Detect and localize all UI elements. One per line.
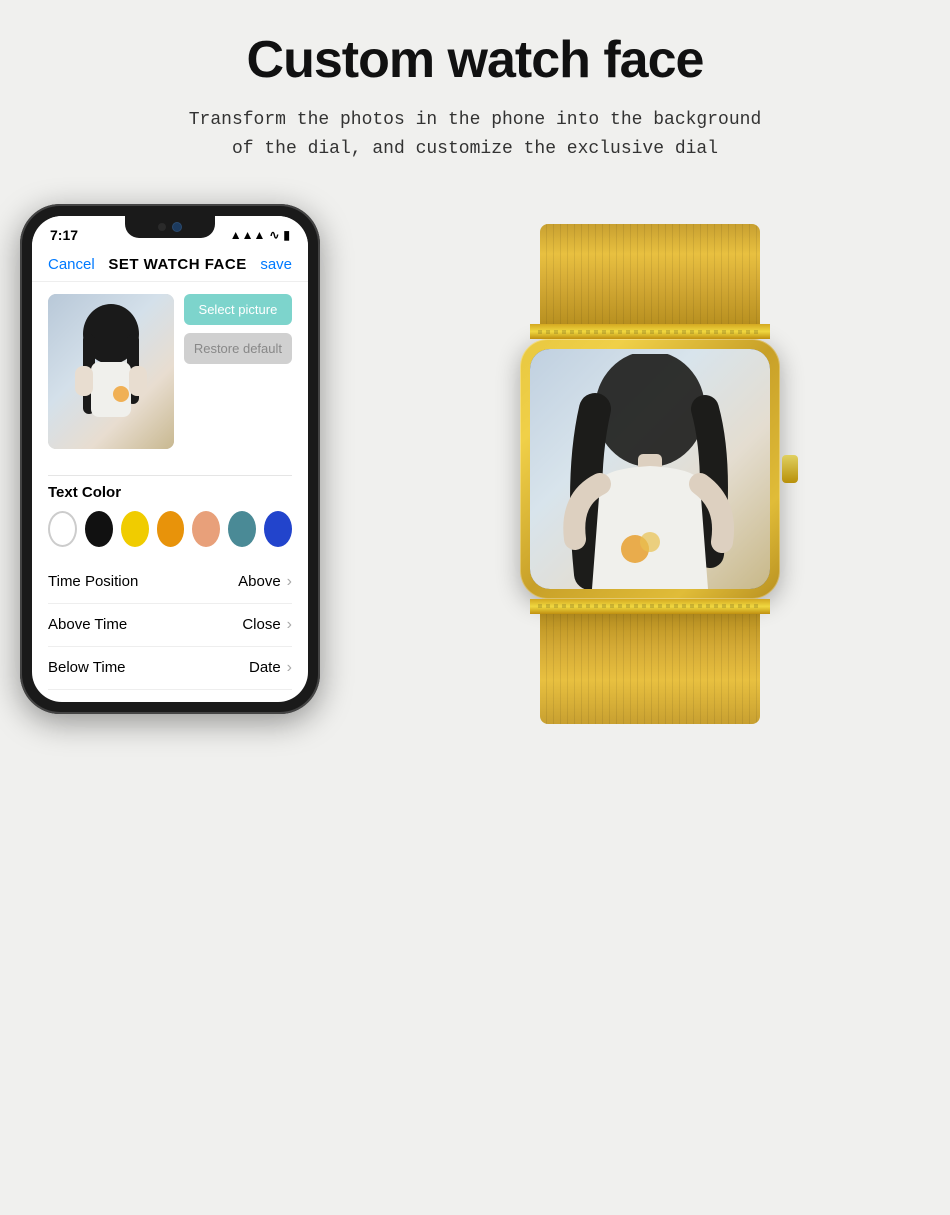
watch-crown: [782, 455, 798, 483]
save-button[interactable]: save: [260, 256, 292, 273]
wifi-icon: ∿: [269, 228, 279, 242]
select-picture-button[interactable]: Select picture: [184, 294, 292, 325]
app-title: SET WATCH FACE: [108, 256, 246, 273]
girl-silhouette-preview: [61, 304, 161, 449]
chevron-icon-2: ›: [287, 659, 292, 677]
restore-default-button[interactable]: Restore default: [184, 333, 292, 364]
color-blue[interactable]: [264, 511, 292, 547]
above-time-label: Above Time: [48, 616, 127, 633]
below-time-label: Below Time: [48, 659, 126, 676]
time-position-label: Time Position: [48, 573, 138, 590]
girl-silhouette-watch: [550, 354, 750, 589]
phone-screen: 7:17 ▲▲▲ ∿ ▮ Cancel SET WATCH FAC: [32, 216, 308, 702]
status-icons: ▲▲▲ ∿ ▮: [230, 228, 290, 242]
status-time: 7:17: [50, 227, 78, 243]
watch-screen: [530, 349, 770, 589]
chevron-icon-1: ›: [287, 616, 292, 634]
app-header: Cancel SET WATCH FACE save: [32, 250, 308, 282]
color-peach[interactable]: [192, 511, 220, 547]
battery-icon: ▮: [283, 228, 290, 242]
color-teal[interactable]: [228, 511, 256, 547]
watch-display: [530, 349, 770, 589]
watch-band-bottom: [540, 614, 760, 724]
watch-case: [520, 339, 780, 599]
color-picker: [48, 511, 292, 547]
subtitle: Transform the photos in the phone into t…: [189, 106, 762, 164]
setting-below-time[interactable]: Below Time Date ›: [48, 647, 292, 690]
page-title: Custom watch face: [247, 30, 704, 90]
watch-mockup: [370, 204, 930, 724]
band-connector-top: [530, 324, 770, 339]
notch-camera: [172, 222, 182, 232]
watch-face-preview: [48, 294, 174, 449]
phone-notch: [125, 216, 215, 238]
text-color-label: Text Color: [48, 484, 292, 501]
watch-band-top: [540, 224, 760, 325]
phone-mockup: 7:17 ▲▲▲ ∿ ▮ Cancel SET WATCH FAC: [20, 204, 320, 714]
color-yellow[interactable]: [121, 511, 149, 547]
watch-face-image: [48, 294, 174, 449]
above-time-value: Close: [242, 616, 280, 633]
above-time-value-row: Close ›: [242, 616, 292, 634]
band-detail-top: [538, 330, 762, 334]
phone-body: 7:17 ▲▲▲ ∿ ▮ Cancel SET WATCH FAC: [20, 204, 320, 714]
band-detail-bottom: [538, 604, 762, 608]
app-body: Select picture Restore default Text Colo…: [32, 282, 308, 702]
time-position-value: Above: [238, 573, 281, 590]
color-white[interactable]: [48, 511, 77, 547]
content-row: 7:17 ▲▲▲ ∿ ▮ Cancel SET WATCH FAC: [20, 204, 930, 724]
color-black[interactable]: [85, 511, 113, 547]
action-buttons: Select picture Restore default: [184, 294, 292, 364]
setting-above-time[interactable]: Above Time Close ›: [48, 604, 292, 647]
below-time-value-row: Date ›: [249, 659, 292, 677]
time-position-value-row: Above ›: [238, 573, 292, 591]
color-orange[interactable]: [157, 511, 185, 547]
cancel-button[interactable]: Cancel: [48, 256, 95, 273]
below-time-value: Date: [249, 659, 281, 676]
divider-1: [48, 475, 292, 476]
watch-outer: [480, 224, 820, 724]
chevron-icon-0: ›: [287, 573, 292, 591]
notch-speaker: [158, 223, 166, 231]
setting-time-position[interactable]: Time Position Above ›: [48, 561, 292, 604]
band-connector-bottom: [530, 599, 770, 614]
signal-icon: ▲▲▲: [230, 228, 266, 242]
preview-row: Select picture Restore default: [48, 294, 292, 461]
